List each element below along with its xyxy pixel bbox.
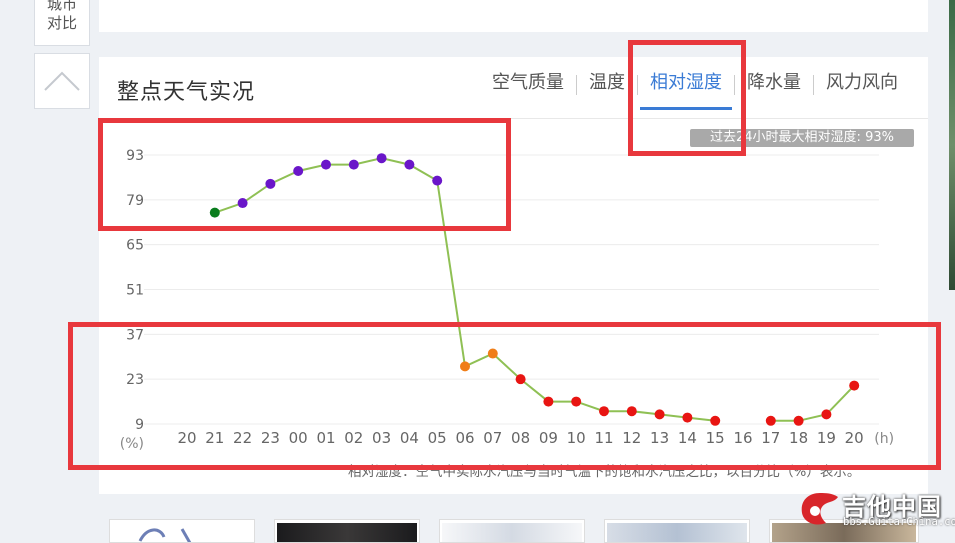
thumbnail-2[interactable] — [274, 519, 420, 543]
annotation-box-low — [68, 322, 941, 470]
y-tick-label: 51 — [126, 283, 144, 299]
guitar-logo-icon — [801, 493, 838, 525]
scroll-top-button[interactable] — [34, 53, 90, 109]
watermark-url: bbs.GuitarChina.com — [843, 516, 955, 528]
annotation-box-tab — [628, 40, 746, 156]
thumbnail-4[interactable] — [604, 519, 750, 543]
chevron-up-icon — [44, 71, 80, 91]
annotation-box-high — [98, 118, 511, 231]
top-panel — [99, 0, 928, 32]
watermark: 吉他中国 bbs.GuitarChina.com — [798, 487, 955, 533]
right-edge-image — [949, 0, 955, 290]
y-tick-label: 65 — [126, 238, 144, 254]
thumbnail-3[interactable] — [439, 519, 585, 543]
thumbnail-1[interactable] — [109, 519, 255, 543]
city-compare-label-1: 城市 — [46, 0, 77, 13]
city-compare-button[interactable]: 城市 对比 — [34, 0, 90, 46]
city-compare-label-2: 对比 — [46, 14, 77, 32]
